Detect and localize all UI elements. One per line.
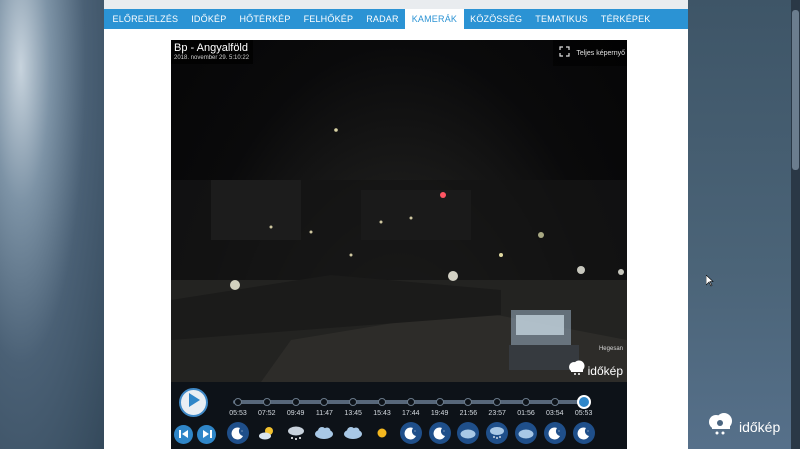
- webcam-panel: Bp - Angyalföld 2018. november 29. 5:10:…: [171, 40, 627, 449]
- timeline-time-label[interactable]: 13:45: [338, 410, 368, 417]
- skip-back-icon: [178, 426, 189, 444]
- timeline-tick[interactable]: [234, 398, 242, 406]
- nav-item-hoterkep[interactable]: HŐTÉRKÉP: [233, 9, 297, 29]
- clear-night-icon: [543, 422, 566, 444]
- snow-night-icon: [486, 422, 509, 444]
- idokep-logo-icon: [568, 360, 586, 381]
- brand-logo-text: időkép: [739, 418, 781, 435]
- nav-item-idokep[interactable]: IDŐKÉP: [185, 9, 233, 29]
- timeline-time-label[interactable]: 17:44: [396, 410, 426, 417]
- skip-forward-button[interactable]: [197, 425, 216, 444]
- nav-item-felhokep[interactable]: FELHŐKÉP: [297, 9, 360, 29]
- nav-item-radar[interactable]: RADAR: [360, 9, 406, 29]
- fullscreen-button[interactable]: Teljes képernyő: [553, 40, 627, 66]
- brand-logo[interactable]: időkép: [707, 412, 780, 441]
- nav-item-elorejelzes[interactable]: ELŐREJELZÉS: [106, 9, 185, 29]
- skip-back-button[interactable]: [174, 425, 193, 444]
- webcam-image: Bp - Angyalföld 2018. november 29. 5:10:…: [171, 40, 627, 382]
- timeline-time-label[interactable]: 11:47: [309, 410, 339, 417]
- timeline-tick[interactable]: [349, 398, 358, 406]
- timeline-time-label[interactable]: 07:52: [252, 410, 282, 417]
- night-city-scene: [171, 128, 627, 382]
- clear-night-icon: [227, 422, 249, 444]
- skip-forward-icon: [202, 426, 212, 444]
- play-icon: [188, 393, 200, 412]
- nav-item-terkepek[interactable]: TÉRKÉPEK: [594, 9, 657, 29]
- timeline-controls: 05:53 07:52 09:49 11:47 13:45 15:43 17:44 19:49…: [171, 382, 627, 449]
- clear-night-icon: [572, 422, 595, 444]
- timeline-tick[interactable]: [435, 398, 444, 406]
- background-left: [0, 0, 104, 449]
- cloudy-icon: [313, 422, 335, 444]
- timeline-tick[interactable]: [406, 398, 415, 406]
- camera-credit: Hegesan: [598, 346, 623, 352]
- fullscreen-label: Teljes képernyő: [576, 49, 625, 57]
- cloudy-icon: [342, 422, 364, 444]
- timeline-time-label[interactable]: 05:53: [223, 410, 253, 417]
- camera-watermark-text: időkép: [587, 363, 623, 378]
- cloudy-night-icon: [515, 422, 537, 444]
- timeline-time-label[interactable]: 21:56: [453, 410, 483, 417]
- camera-title-box: Bp - Angyalföld 2018. november 29. 5:10:…: [171, 40, 254, 64]
- nav-item-tematikus[interactable]: TEMATIKUS: [529, 9, 595, 29]
- clear-night-icon: [428, 422, 451, 444]
- page-scrollbar[interactable]: [791, 0, 800, 449]
- camera-watermark: időkép: [568, 360, 623, 381]
- timeline-tick[interactable]: [493, 398, 502, 406]
- clear-night-icon: [399, 422, 422, 444]
- timeline-time-label[interactable]: 09:49: [281, 410, 311, 417]
- cloudy-night-icon: [457, 422, 480, 444]
- timeline-time-label[interactable]: 03:54: [540, 410, 570, 417]
- timeline-tick[interactable]: [291, 398, 300, 406]
- nav-item-kamerak[interactable]: KAMERÁK: [405, 9, 464, 29]
- timeline-tick[interactable]: [550, 398, 559, 406]
- scrollbar-thumb[interactable]: [792, 10, 799, 170]
- timeline-time-label[interactable]: 01:56: [511, 410, 541, 417]
- mouse-cursor-icon: [705, 274, 714, 292]
- top-strip: [104, 0, 688, 9]
- timeline-time-label[interactable]: 23:57: [482, 410, 512, 417]
- partly-cloudy-day-icon: [256, 422, 278, 444]
- expand-icon: [559, 44, 570, 62]
- timeline-tick[interactable]: [378, 398, 386, 406]
- timeline-tick[interactable]: [262, 398, 271, 406]
- idokep-cloud-icon: [707, 412, 735, 441]
- snow-cloud-icon: [285, 422, 307, 444]
- camera-name: Bp - Angyalföld: [174, 42, 248, 54]
- nav-item-kozosseg[interactable]: KÖZÖSSÉG: [464, 9, 529, 29]
- timeline-tick[interactable]: [464, 398, 473, 406]
- timeline-tick[interactable]: [522, 398, 530, 406]
- play-button[interactable]: [179, 388, 208, 417]
- timeline-time-label[interactable]: 19:49: [425, 410, 455, 417]
- timeline-time-label[interactable]: 05:53: [569, 410, 599, 417]
- main-nav: ELŐREJELZÉS IDŐKÉP HŐTÉRKÉP FELHŐKÉP RAD…: [104, 9, 688, 29]
- sunny-icon: [371, 422, 393, 444]
- timeline-time-label[interactable]: 15:43: [367, 410, 397, 417]
- camera-datetime: 2018. november 29. 5:10:22: [174, 55, 250, 61]
- timeline-current-marker[interactable]: [576, 395, 591, 409]
- background-right: [688, 0, 800, 449]
- timeline-tick[interactable]: [320, 398, 329, 406]
